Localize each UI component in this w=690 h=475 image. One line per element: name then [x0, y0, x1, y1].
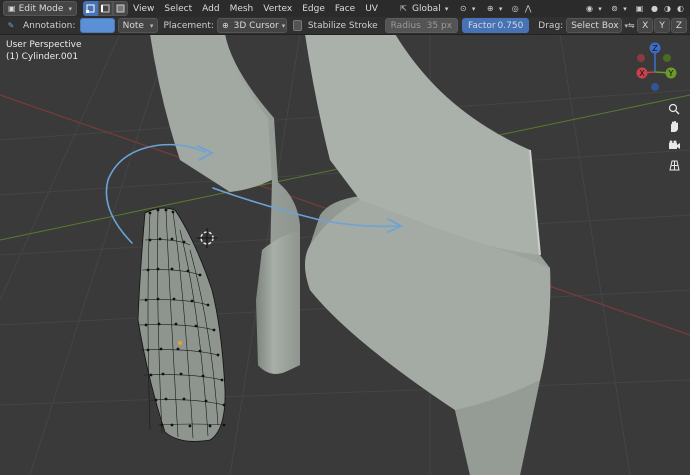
chevron-down-icon: ▾: [281, 21, 286, 30]
placement-dropdown[interactable]: ⊕ 3D Cursor ▾: [216, 18, 287, 33]
zoom-icon[interactable]: [666, 101, 682, 117]
menu-view[interactable]: View: [128, 4, 159, 14]
vertex-select-icon[interactable]: [83, 1, 98, 16]
gizmo-neg-y: [663, 54, 671, 62]
transform-orientation-dropdown[interactable]: Global: [410, 4, 443, 14]
stabilize-stroke-checkbox[interactable]: [292, 20, 302, 31]
menu-vertex[interactable]: Vertex: [258, 4, 297, 14]
menu-select[interactable]: Select: [159, 4, 197, 14]
svg-text:X: X: [639, 69, 645, 78]
radius-field[interactable]: Radius 35 px: [384, 18, 459, 33]
perspective-label: User Perspective: [6, 40, 82, 50]
svg-text:Z: Z: [652, 44, 658, 53]
visibility-icon[interactable]: ◉: [583, 2, 596, 15]
edge-select-icon[interactable]: [98, 1, 113, 16]
overlay-icon[interactable]: ⊚: [608, 2, 621, 15]
placement-label: Placement:: [163, 20, 214, 31]
grid-icon[interactable]: [666, 157, 682, 173]
mirror-y-button[interactable]: Y: [654, 18, 670, 33]
solid-shading-icon[interactable]: ◑: [661, 2, 674, 15]
camera-icon[interactable]: [666, 137, 682, 153]
annotation-color-swatch[interactable]: [80, 18, 115, 33]
gizmo-neg-z: [651, 83, 659, 91]
chevron-down-icon: ▾: [623, 4, 627, 13]
stabilize-stroke-label: Stabilize Stroke: [307, 20, 378, 31]
annotation-label: Annotation:: [22, 20, 76, 31]
mirror-x-button[interactable]: X: [637, 18, 654, 33]
object-name-label: (1) Cylinder.001: [6, 52, 79, 62]
svg-text:Y: Y: [668, 69, 674, 78]
chevron-down-icon: ▾: [498, 4, 503, 13]
pivot-icon[interactable]: ⊙: [457, 2, 470, 15]
viewport-canvas[interactable]: [0, 0, 690, 475]
cursor-icon: ⊕: [221, 21, 229, 30]
shading-icon[interactable]: ●: [648, 2, 661, 15]
face-select-icon[interactable]: [113, 1, 128, 16]
gizmo-neg-x: [637, 54, 645, 62]
drag-dropdown[interactable]: Select Box ▾: [566, 18, 628, 33]
menu-edge[interactable]: Edge: [297, 4, 330, 14]
menu-uv[interactable]: UV: [360, 4, 383, 14]
menu-face[interactable]: Face: [330, 4, 360, 14]
mode-dropdown[interactable]: ▣ Edit Mode ▾: [3, 1, 77, 16]
viewport-header: ▣ Edit Mode ▾ View Select Add Mesh Verte…: [0, 0, 690, 17]
navigation-gizmo[interactable]: Z X Y: [630, 40, 680, 94]
drag-label: Drag:: [538, 20, 564, 31]
chevron-down-icon: ▾: [68, 4, 72, 13]
hand-icon[interactable]: [666, 118, 682, 134]
pencil-icon: ✎: [7, 21, 15, 30]
chevron-down-icon: ▾: [149, 21, 154, 30]
tool-settings-bar: ✎ Annotation: Note ▾ Placement: ⊕ 3D Cur…: [0, 17, 690, 35]
material-shading-icon[interactable]: ◐: [674, 2, 687, 15]
xray-icon[interactable]: ▣: [633, 2, 646, 15]
edit-mode-icon: ▣: [8, 4, 16, 13]
orientation-icon[interactable]: ⇱: [397, 2, 410, 15]
select-mode-group: [83, 1, 128, 16]
menu-mesh[interactable]: Mesh: [225, 4, 259, 14]
falloff-icon[interactable]: ⋀: [522, 2, 535, 15]
menu-add[interactable]: Add: [197, 4, 224, 14]
note-dropdown[interactable]: Note ▾: [117, 18, 159, 33]
factor-field[interactable]: Factor 0.750: [462, 18, 530, 33]
chevron-down-icon: ▾: [471, 4, 476, 13]
snap-icon[interactable]: ⊕: [484, 2, 497, 15]
proportional-icon[interactable]: ◎: [509, 2, 522, 15]
chevron-down-icon: ▾: [598, 4, 602, 13]
chevron-down-icon: ▾: [444, 4, 449, 13]
mirror-z-button[interactable]: Z: [670, 18, 688, 33]
mirror-icon[interactable]: ⇋: [626, 19, 636, 32]
